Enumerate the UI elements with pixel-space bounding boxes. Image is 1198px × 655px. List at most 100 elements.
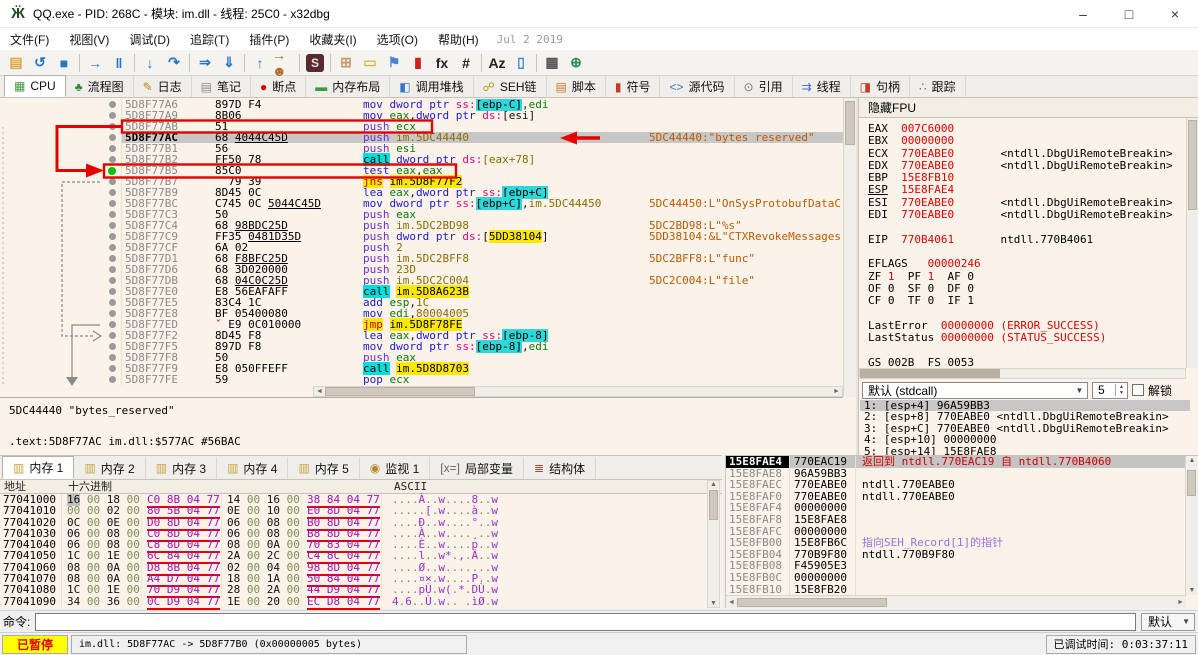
instruction-comment[interactable] [641, 154, 843, 165]
breakpoint-gutter[interactable] [0, 176, 122, 187]
breakpoint-gutter[interactable] [0, 220, 122, 231]
tab-dump-4[interactable]: ▥ 内存 4 [217, 457, 289, 479]
breakpoint-gutter[interactable] [0, 363, 122, 374]
instruction-comment[interactable] [641, 374, 843, 385]
instruction-comment[interactable] [641, 209, 843, 220]
disassembly-rows[interactable]: 5D8F77A6 897D F4 mov dword ptr ss:[ebp-C],… [0, 99, 843, 387]
tab-script[interactable]: ▤ 脚本 [547, 76, 606, 97]
instruction-comment[interactable]: 5DC44440:"bytes_reserved" [641, 132, 843, 143]
instruction-bytes[interactable]: E8 050FFEFF [215, 363, 363, 374]
instruction-comment[interactable]: 5DD38104:&L"CTXRevokeMessages [641, 231, 843, 242]
dump-vscrollbar[interactable]: ▲ ▼ [707, 480, 720, 608]
step-over-icon[interactable]: ↷ [162, 52, 186, 74]
patch-icon[interactable]: ⊞ [334, 52, 358, 74]
stack-comment[interactable] [856, 526, 1186, 538]
instruction-comment[interactable] [641, 352, 843, 363]
breakpoint-gutter[interactable] [0, 308, 122, 319]
breakpoint-gutter[interactable] [0, 275, 122, 286]
chevron-down-icon[interactable]: ▼ [1072, 386, 1087, 395]
register-line[interactable]: EBP 15E8FB10 [868, 172, 1186, 184]
tab-references[interactable]: ⊙ 引用 [735, 76, 793, 97]
tab-dump-5[interactable]: ▥ 内存 5 [288, 457, 360, 479]
execute-till-return-icon[interactable]: ↑ [248, 52, 272, 74]
bookmark-icon[interactable]: ▮ [406, 52, 430, 74]
breakpoint-gutter[interactable] [0, 209, 122, 220]
gutter-dot[interactable] [109, 233, 116, 240]
instruction-comment[interactable]: 5DC2C004:L"file" [641, 275, 843, 286]
tab-dump-2[interactable]: ▥ 内存 2 [74, 457, 146, 479]
chevron-down-icon[interactable]: ▼ [1182, 617, 1194, 626]
breakpoint-gutter[interactable] [0, 242, 122, 253]
stop-icon[interactable]: ■ [52, 52, 76, 74]
strings-icon[interactable]: Az [485, 52, 509, 74]
stack-comment[interactable] [856, 468, 1186, 480]
scrollbar-thumb[interactable] [737, 597, 887, 607]
breakpoint-gutter[interactable] [0, 165, 122, 176]
tab-seh-chain[interactable]: ☍ SEH链 [474, 76, 547, 97]
instruction-comment[interactable] [641, 286, 843, 297]
gutter-dot[interactable] [109, 145, 116, 152]
label-icon[interactable]: ⚑ [382, 52, 406, 74]
tab-log[interactable]: ✎ 日志 [134, 76, 192, 97]
stack-comment[interactable]: ntdll.770EABE0 [856, 479, 1186, 491]
tab-graph[interactable]: ♣ 流程图 [66, 76, 134, 97]
calling-convention-select[interactable]: 默认 (stdcall) ▼ [862, 381, 1088, 399]
hide-fpu-button[interactable]: 隐藏FPU [859, 98, 1198, 118]
argument-row[interactable]: 4: [esp+10] 00000000 [860, 434, 1190, 445]
stack-comment[interactable] [856, 502, 1186, 514]
breakpoint-gutter[interactable] [0, 143, 122, 154]
disassembly-panel[interactable]: 5D8F77A6 897D F4 mov dword ptr ss:[ebp-C],… [0, 98, 858, 455]
register-lines[interactable]: EAX 007C6000 EBX 00000000 ECX 770EABE0 <nt… [868, 123, 1186, 369]
menu-item[interactable]: 调试(D) [119, 28, 180, 50]
register-line[interactable]: LastStatus 00000000 (STATUS_SUCCESS) [868, 332, 1186, 344]
stack-row[interactable]: 15E8FAE4 770EAC19 返回到 ntdll.770EAC19 自 ntd… [726, 456, 1186, 468]
tab-threads[interactable]: ⇉ 线程 [793, 76, 851, 97]
gutter-dot[interactable] [109, 211, 116, 218]
run-to-user-code-icon[interactable]: →☻ [272, 47, 296, 79]
stack-value[interactable]: 15E8FB6C [790, 537, 856, 549]
window-titlebar[interactable]: Ӝ QQ.exe - PID: 268C - 模块: im.dll - 线程: … [0, 0, 1198, 28]
dump-row[interactable]: 77041090 34 00 36 00 0C D9 04 77 1E 00 20 0… [0, 594, 722, 610]
spinner-arrows-icon[interactable]: ▲ ▼ [1115, 384, 1127, 396]
dump-byte-group[interactable]: 34 00 36 00 [62, 596, 142, 607]
disasm-row[interactable]: 5D8F77FE 59 pop ecx [0, 374, 843, 385]
register-line[interactable]: ECX 770EABE0 <ntdll.DbgUiRemoteBreakin> [868, 148, 1186, 160]
breakpoint-gutter[interactable] [0, 341, 122, 352]
register-line[interactable]: EBX 00000000 [868, 135, 1186, 147]
stack-row[interactable]: 15E8FB10 15E8FB20 [726, 583, 1186, 595]
breakpoint-gutter[interactable] [0, 99, 122, 110]
breakpoint-gutter[interactable] [0, 198, 122, 209]
stack-comment[interactable]: 返回到 ntdll.770EAC19 自 ntdll.770B4060 [856, 456, 1186, 468]
tab-notes[interactable]: ▤ 笔记 [192, 76, 252, 97]
command-input[interactable] [35, 612, 1136, 631]
gutter-dot[interactable] [109, 244, 116, 251]
comment-icon[interactable]: ▭ [358, 52, 382, 74]
instruction-comment[interactable]: 5DC44450:L"OnSysProtobufDataC [641, 198, 843, 209]
scroll-up-arrow[interactable]: ▲ [1187, 457, 1198, 464]
maximize-button[interactable]: □ [1106, 0, 1152, 27]
scrollbar-thumb[interactable] [845, 101, 855, 145]
scroll-left-arrow[interactable]: ◄ [726, 599, 737, 606]
registers-vscrollbar[interactable] [1186, 118, 1198, 368]
stack-vscrollbar[interactable]: ▲ ▼ [1185, 456, 1198, 595]
stack-address[interactable]: 15E8FB00 [726, 537, 790, 549]
gutter-dot[interactable] [109, 277, 116, 284]
gutter-dot[interactable] [109, 321, 116, 328]
device-icon[interactable]: ▯ [509, 52, 533, 74]
scrollbar-thumb[interactable] [709, 490, 718, 520]
instruction-bytes[interactable]: 68 4044C45D [215, 132, 363, 143]
registers-panel[interactable]: 隐藏FPU EAX 007C6000 EBX 00000000 ECX 770EAB… [858, 98, 1198, 457]
menu-item[interactable]: 追踪(T) [180, 28, 239, 50]
stack-address[interactable]: 15E8FB0C [726, 572, 790, 584]
tab-breakpoints[interactable]: ● 断点 [251, 76, 307, 97]
call-arguments[interactable]: 1: [esp+4] 96A59BB3 2: [esp+8] 770EABE0 <… [860, 400, 1190, 457]
instruction-comment[interactable] [641, 165, 843, 176]
scrollbar-thumb[interactable] [1187, 470, 1196, 496]
breakpoint-gutter[interactable] [0, 264, 122, 275]
stack-address[interactable]: 15E8FAF8 [726, 514, 790, 526]
instruction-text[interactable]: pop ecx [363, 374, 641, 385]
breakpoint-gutter[interactable] [0, 286, 122, 297]
gutter-dot[interactable] [109, 332, 116, 339]
tab-struct[interactable]: ≣ 结构体 [524, 457, 597, 479]
breakpoint-gutter[interactable] [0, 110, 122, 121]
